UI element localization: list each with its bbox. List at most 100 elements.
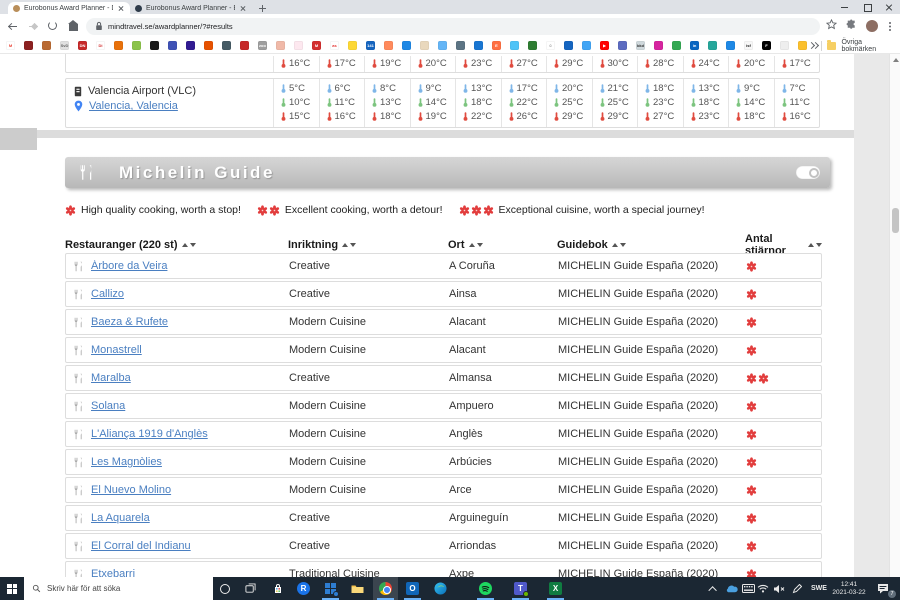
bookmark-favicon[interactable] — [582, 41, 591, 50]
column-header[interactable]: Restauranger (220 st) — [65, 239, 288, 251]
restaurant-link[interactable]: Monastrell — [91, 344, 142, 356]
edge-button[interactable] — [428, 577, 453, 600]
tray-expand-button[interactable] — [706, 577, 722, 600]
bookmark-favicon[interactable]: ☺ — [546, 41, 555, 50]
column-header[interactable]: Inriktning — [288, 239, 448, 251]
volume-tray-button[interactable] — [770, 577, 788, 600]
section-toggle[interactable] — [796, 166, 820, 179]
bookmark-favicon[interactable] — [42, 41, 51, 50]
bookmark-favicon[interactable]: in — [690, 41, 699, 50]
bookmark-favicon[interactable] — [420, 41, 429, 50]
bookmark-favicon[interactable]: E — [492, 41, 501, 50]
address-bar[interactable]: mindtravel.se/awardplanner/?#results — [86, 17, 820, 35]
bookmark-favicon[interactable] — [168, 41, 177, 50]
bookmark-favicon[interactable] — [294, 41, 303, 50]
bookmark-star-icon[interactable] — [826, 19, 840, 33]
airport-city-link[interactable]: Valencia, Valencia — [89, 100, 178, 112]
bookmark-favicon[interactable]: DN — [78, 41, 87, 50]
browser-tab[interactable]: Eurobonus Award Planner - Desti — [8, 2, 130, 14]
tab-close-icon[interactable] — [117, 4, 125, 12]
bookmark-favicon[interactable]: M — [312, 41, 321, 50]
wifi-tray-button[interactable] — [756, 577, 770, 600]
new-tab-button[interactable] — [256, 2, 268, 14]
scrollbar-thumb[interactable] — [892, 208, 899, 233]
bookmark-favicon[interactable]: Di — [96, 41, 105, 50]
taskbar-search[interactable]: Skriv här för att söka — [24, 577, 213, 600]
bookmark-favicon[interactable]: bkd — [636, 41, 645, 50]
column-header[interactable]: Ort — [448, 239, 557, 251]
chrome-button[interactable] — [373, 577, 398, 600]
cortana-button[interactable] — [212, 577, 237, 600]
maximize-icon[interactable] — [856, 0, 878, 14]
bookmark-favicon[interactable] — [510, 41, 519, 50]
home-button[interactable] — [66, 19, 80, 33]
bookmark-favicon[interactable] — [384, 41, 393, 50]
vertical-scrollbar[interactable] — [889, 54, 900, 577]
app-r-button[interactable]: R — [291, 577, 316, 600]
language-indicator[interactable]: SWE — [806, 577, 832, 600]
restaurant-link[interactable]: Baeza & Rufete — [91, 316, 168, 328]
onedrive-tray-button[interactable] — [722, 577, 740, 600]
bookmark-favicon[interactable]: zoo — [258, 41, 267, 50]
file-explorer-button[interactable] — [345, 577, 370, 600]
teams-button[interactable]: T — [508, 577, 533, 600]
spotify-button[interactable] — [473, 577, 498, 600]
bookmark-favicon[interactable] — [474, 41, 483, 50]
bookmark-favicon[interactable]: as — [330, 41, 339, 50]
other-bookmarks-label[interactable]: Övriga bokmärken — [841, 39, 894, 53]
sort-asc-icon[interactable] — [808, 243, 814, 247]
task-view-button[interactable] — [238, 577, 263, 600]
restaurant-link[interactable]: Árbore da Veira — [91, 260, 167, 272]
restaurant-link[interactable]: El Nuevo Molino — [91, 484, 171, 496]
browser-menu-icon[interactable] — [884, 19, 894, 33]
sort-desc-icon[interactable] — [476, 243, 483, 247]
bookmark-favicon[interactable] — [780, 41, 789, 50]
sort-desc-icon[interactable] — [189, 243, 196, 247]
sort-desc-icon[interactable] — [619, 243, 626, 247]
bookmark-favicon[interactable] — [276, 41, 285, 50]
bookmark-favicon[interactable] — [798, 41, 807, 50]
action-center-button[interactable]: 7 — [870, 577, 896, 600]
bookmark-favicon[interactable] — [348, 41, 357, 50]
back-button[interactable] — [6, 19, 20, 33]
restaurant-link[interactable]: La Aquarela — [91, 512, 150, 524]
start-button[interactable] — [0, 577, 24, 600]
bookmark-favicon[interactable] — [438, 41, 447, 50]
bookmark-favicon[interactable] — [24, 41, 33, 50]
bookmark-favicon[interactable] — [222, 41, 231, 50]
bookmark-favicon[interactable]: SvD — [60, 41, 69, 50]
close-icon[interactable] — [878, 0, 900, 14]
minimize-icon[interactable] — [834, 0, 856, 14]
bookmark-favicon[interactable] — [204, 41, 213, 50]
restaurant-link[interactable]: L'Aliança 1919 d'Anglès — [91, 428, 208, 440]
column-header[interactable]: Guidebok — [557, 239, 745, 251]
sort-desc-icon[interactable] — [816, 243, 822, 247]
bookmark-favicon[interactable]: M — [6, 41, 15, 50]
clock[interactable]: 12:41 2021-03-22 — [830, 577, 868, 600]
profile-avatar[interactable] — [866, 20, 878, 32]
bookmark-favicon[interactable] — [240, 41, 249, 50]
forward-button[interactable] — [26, 19, 40, 33]
bookmark-favicon[interactable]: ▶ — [600, 41, 609, 50]
touch-keyboard-button[interactable] — [740, 577, 756, 600]
bookmark-favicon[interactable] — [528, 41, 537, 50]
scrollbar-up-arrow[interactable] — [892, 58, 899, 62]
outlook-button[interactable]: O — [400, 577, 425, 600]
bookmark-favicon[interactable] — [708, 41, 717, 50]
sort-desc-icon[interactable] — [350, 243, 357, 247]
sort-asc-icon[interactable] — [342, 243, 349, 247]
tab-close-icon[interactable] — [239, 4, 247, 12]
sort-asc-icon[interactable] — [611, 243, 618, 247]
bookmark-favicon[interactable] — [456, 41, 465, 50]
bookmark-favicon[interactable]: 141 — [366, 41, 375, 50]
tiles-app-button[interactable] — [318, 577, 343, 600]
restaurant-link[interactable]: El Corral del Indianu — [91, 540, 191, 552]
bookmark-favicon[interactable] — [672, 41, 681, 50]
bookmark-favicon[interactable]: F — [762, 41, 771, 50]
bookmark-favicon[interactable] — [726, 41, 735, 50]
bookmark-favicon[interactable] — [402, 41, 411, 50]
bookmark-favicon[interactable]: isf — [744, 41, 753, 50]
sort-asc-icon[interactable] — [181, 243, 188, 247]
restaurant-link[interactable]: Etxebarri — [91, 568, 135, 577]
bookmark-favicon[interactable] — [618, 41, 627, 50]
